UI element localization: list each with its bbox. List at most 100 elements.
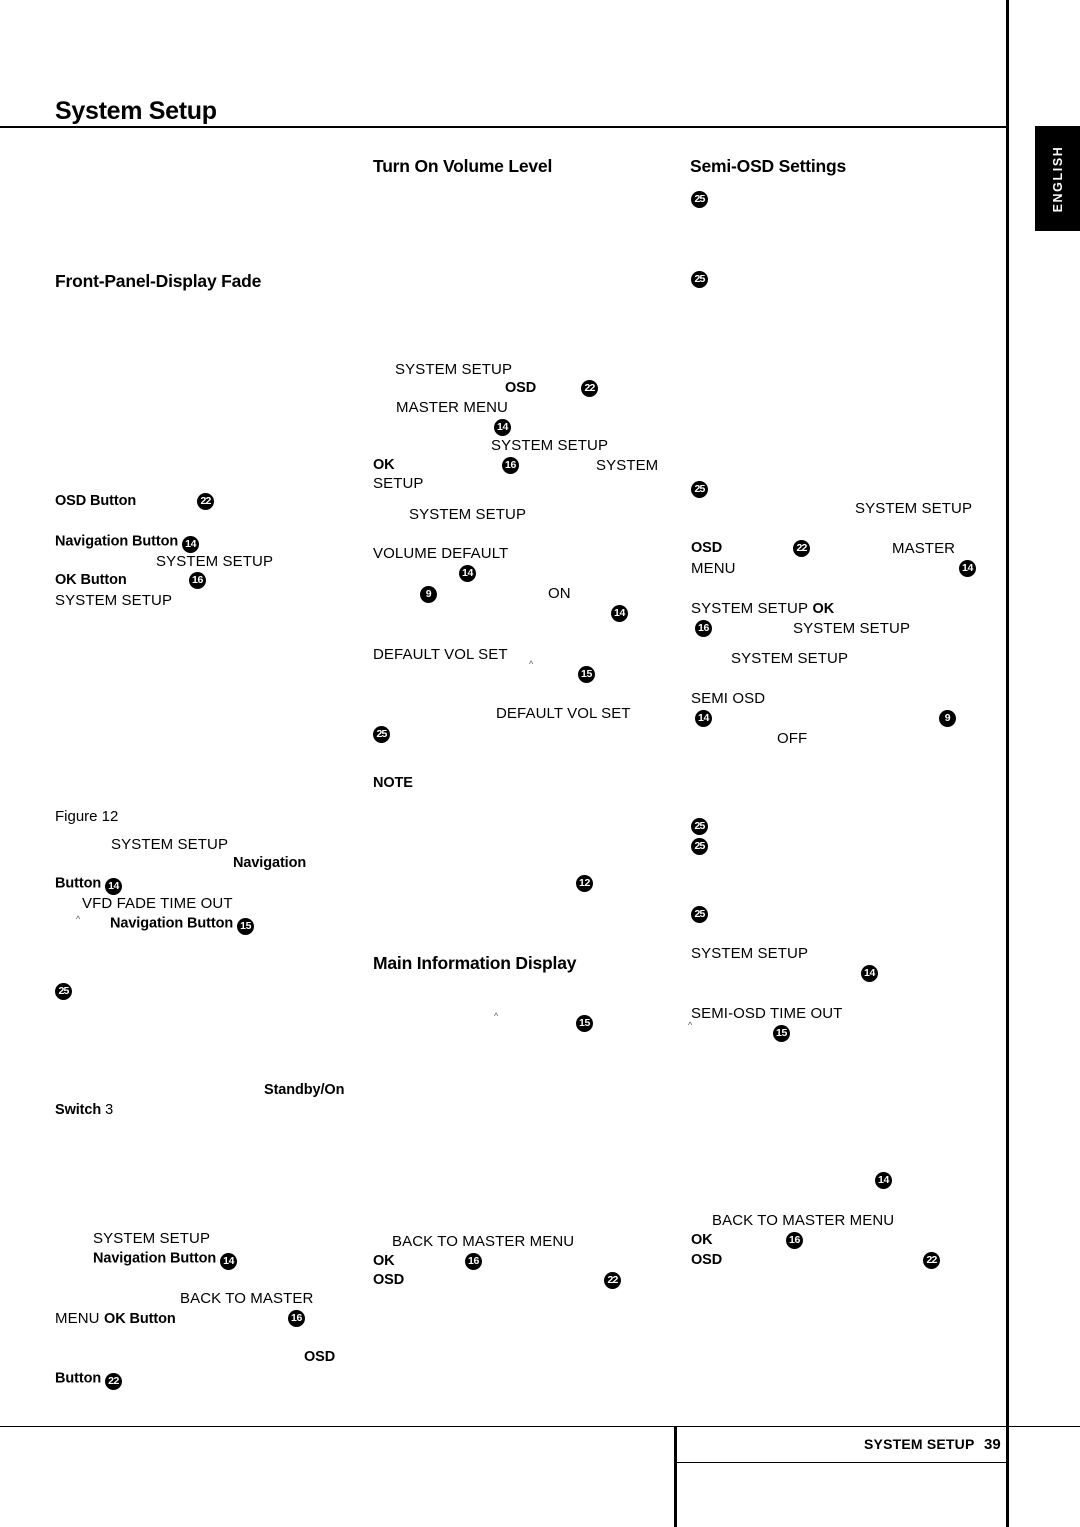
- menu-term-system-setup: SYSTEM SETUP: [855, 500, 973, 517]
- callout-16: 16: [288, 1310, 305, 1327]
- menu-term-semi-osd: SEMI OSD: [691, 690, 766, 707]
- callout-22: 22: [581, 380, 598, 397]
- footer: SYSTEM SETUP 39: [864, 1437, 1001, 1453]
- tick-mark: ^: [688, 1020, 693, 1030]
- control-label-ok: OK: [373, 457, 395, 473]
- heading-front-panel-display-fade: Front-Panel-Display Fade: [55, 271, 262, 291]
- callout-25: 25: [691, 906, 708, 923]
- heading-semi-osd-settings: Semi-OSD Settings: [690, 156, 847, 176]
- callout-14: 14: [611, 605, 628, 622]
- menu-term-system: SYSTEM: [596, 457, 659, 474]
- callout-15: 15: [578, 666, 595, 683]
- control-label-button: Button 22: [55, 1371, 123, 1390]
- control-label-standby-on: Standby/On: [264, 1082, 345, 1098]
- navigation-button-text: Navigation Button: [93, 1250, 217, 1267]
- callout-9: 9: [420, 586, 437, 603]
- menu-term-vfd-fade-time-out: VFD FADE TIME OUT: [82, 895, 233, 912]
- menu-term-default-vol-set: DEFAULT VOL SET: [496, 705, 631, 722]
- menu-term-default-vol-set: DEFAULT VOL SET: [373, 646, 508, 663]
- language-tab: ENGLISH: [1035, 126, 1080, 231]
- callout-14: 14: [220, 1253, 238, 1270]
- callout-14: 14: [959, 560, 976, 577]
- callout-22: 22: [604, 1272, 621, 1289]
- menu-term-master: MASTER: [892, 540, 956, 557]
- callout-22: 22: [197, 493, 214, 510]
- menu-term-system-setup: SYSTEM SETUP: [691, 600, 809, 617]
- callout-25: 25: [373, 726, 390, 743]
- callout-25: 25: [691, 271, 708, 288]
- language-tab-label: ENGLISH: [1050, 145, 1065, 212]
- navigation-button-text: Navigation Button: [110, 915, 234, 932]
- control-label-switch: Switch 3: [55, 1103, 113, 1118]
- menu-term-system-setup: SYSTEM SETUP: [395, 361, 513, 378]
- callout-12: 12: [576, 875, 593, 892]
- callout-14: 14: [105, 878, 123, 895]
- callout-14: 14: [861, 965, 878, 982]
- callout-16: 16: [189, 572, 206, 589]
- tick-mark: ^: [494, 1011, 499, 1021]
- control-label-ok: OK: [373, 1253, 395, 1269]
- callout-15: 15: [773, 1025, 790, 1042]
- callout-15: 15: [576, 1015, 593, 1032]
- menu-term-menu: MENU: [691, 560, 736, 577]
- menu-word: MENU: [55, 1310, 100, 1327]
- control-label-osd: OSD: [691, 1252, 723, 1268]
- figure-caption: Figure 12: [55, 808, 119, 825]
- control-label-osd: OSD: [304, 1349, 336, 1365]
- callout-14: 14: [459, 565, 476, 582]
- note-label: NOTE: [373, 775, 413, 791]
- callout-16: 16: [695, 620, 712, 637]
- callout-16: 16: [465, 1253, 482, 1270]
- control-label-ok: OK: [812, 601, 835, 617]
- callout-22: 22: [105, 1373, 123, 1390]
- callout-16: 16: [502, 457, 519, 474]
- footer-left-rule: [674, 1427, 677, 1527]
- callout-14: 14: [182, 536, 200, 553]
- control-label-osd: OSD: [505, 380, 537, 396]
- footer-top-rule: [0, 1426, 1080, 1427]
- footer-page-number: 39: [983, 1436, 1001, 1453]
- callout-14: 14: [494, 419, 511, 436]
- menu-term-menu-ok-button: MENU OK Button: [55, 1311, 176, 1327]
- menu-term-system-setup: SYSTEM SETUP: [93, 1230, 211, 1247]
- menu-term-off: OFF: [777, 730, 808, 747]
- callout-22: 22: [923, 1252, 940, 1269]
- page-header-rule: [0, 126, 1008, 128]
- callout-22: 22: [793, 540, 810, 557]
- heading-turn-on-volume-level: Turn On Volume Level: [373, 156, 553, 176]
- control-label-navigation-button: Navigation Button 14: [93, 1250, 238, 1270]
- control-label-navigation-button: Navigation Button 15: [110, 915, 255, 935]
- menu-term-system-setup: SYSTEM SETUP: [793, 620, 911, 637]
- page-title: System Setup: [55, 97, 217, 125]
- control-label-osd-button: OSD Button: [55, 493, 137, 509]
- callout-25: 25: [691, 191, 708, 208]
- callout-14: 14: [875, 1172, 892, 1189]
- menu-term-system-setup: SYSTEM SETUP: [409, 506, 527, 523]
- menu-term-setup: SETUP: [373, 475, 424, 492]
- tick-mark: ^: [529, 659, 534, 669]
- menu-term-back-to-master: BACK TO MASTER: [180, 1290, 314, 1307]
- control-label-osd: OSD: [691, 540, 723, 556]
- menu-term-system-setup: SYSTEM SETUP: [491, 437, 609, 454]
- callout-15: 15: [237, 918, 255, 935]
- footer-bottom-rule: [675, 1462, 1008, 1463]
- control-label-ok-button: OK Button: [104, 1311, 176, 1327]
- menu-term-back-to-master-menu: BACK TO MASTER MENU: [392, 1233, 575, 1250]
- tick-mark: ^: [76, 914, 81, 924]
- switch-text: Switch: [55, 1102, 102, 1118]
- footer-section-label: SYSTEM SETUP: [864, 1436, 975, 1452]
- callout-25: 25: [691, 481, 708, 498]
- control-label-ok: OK: [691, 1232, 713, 1248]
- menu-term-system-setup: SYSTEM SETUP: [691, 945, 809, 962]
- control-label-navigation: Navigation: [233, 855, 307, 871]
- control-label-ok-button: OK Button: [55, 572, 127, 588]
- callout-9: 9: [939, 710, 956, 727]
- heading-main-information-display: Main Information Display: [373, 953, 577, 973]
- control-label-navigation-button: Navigation Button 14: [55, 534, 200, 553]
- control-label-button: Button 14: [55, 876, 123, 895]
- menu-term-semi-osd-time-out: SEMI-OSD TIME OUT: [691, 1005, 843, 1022]
- manual-page: ENGLISH System Setup Turn On Volume Leve…: [0, 0, 1080, 1527]
- menu-term-on: ON: [548, 585, 571, 602]
- menu-term-system-setup: SYSTEM SETUP: [731, 650, 849, 667]
- menu-term-system-setup-ok: SYSTEM SETUP OK: [691, 601, 834, 617]
